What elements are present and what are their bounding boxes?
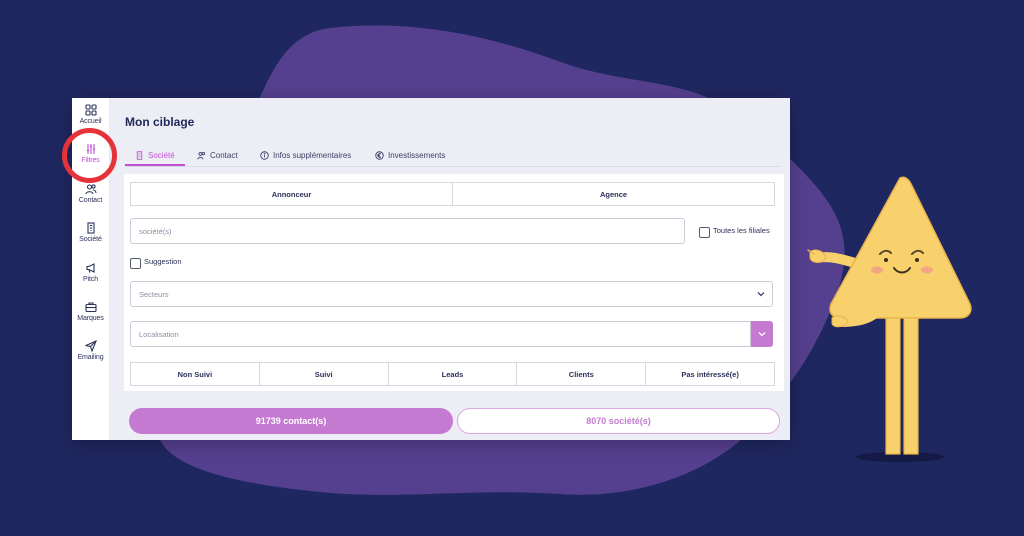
tab-label: Infos supplémentaires <box>273 150 352 160</box>
tab-label: Contact <box>210 150 238 160</box>
sidebar-item-marques[interactable]: Marques <box>72 301 109 322</box>
tab-bar: Société Contact Infos supplémentaires In… <box>125 146 780 167</box>
tab-label: Investissements <box>388 150 446 160</box>
building-icon <box>136 150 143 160</box>
subsidiaries-checkbox[interactable] <box>699 227 710 238</box>
sidebar-item-label: Société <box>79 236 102 243</box>
sidebar-item-label: Contact <box>78 197 103 204</box>
sectors-select[interactable]: Secteurs <box>130 281 773 307</box>
briefcase-icon <box>84 302 97 313</box>
tab-societe[interactable]: Société <box>125 146 185 166</box>
toggle-leads[interactable]: Leads <box>389 363 518 385</box>
tab-contact[interactable]: Contact <box>197 146 238 164</box>
sidebar-item-contact[interactable]: Contact <box>72 183 109 204</box>
companies-result-button[interactable]: 8070 société(s) <box>457 408 780 434</box>
highlight-ring <box>62 128 117 183</box>
location-placeholder: Localisation <box>139 329 179 339</box>
tab-investissements[interactable]: Investissements <box>375 146 445 164</box>
sidebar-item-label: Accueil <box>79 118 102 125</box>
euro-icon <box>375 150 384 160</box>
sidebar-item-societe[interactable]: Société <box>72 222 109 243</box>
suggestion-checkbox[interactable] <box>130 258 141 269</box>
toggle-annonceur[interactable]: Annonceur <box>131 183 453 205</box>
contacts-result-button[interactable]: 91739 contact(s) <box>129 408 453 434</box>
info-icon <box>260 150 269 160</box>
toggle-pas-interesse[interactable]: Pas intéressé(e) <box>646 363 774 385</box>
send-icon <box>84 340 97 352</box>
users-icon <box>197 151 206 159</box>
toggle-clients[interactable]: Clients <box>517 363 647 385</box>
mascot-illustration <box>807 176 972 462</box>
page-title: Mon ciblage <box>125 115 195 129</box>
type-toggle: Annonceur Agence <box>130 182 775 206</box>
main-content: Mon ciblage Société Contact Infos supplé… <box>110 98 790 440</box>
tab-label: Société <box>148 150 175 160</box>
sidebar-item-emailing[interactable]: Emailing <box>72 340 109 361</box>
location-select[interactable]: Localisation <box>130 321 751 347</box>
location-dropdown-button[interactable] <box>751 321 773 347</box>
chevron-down-icon[interactable] <box>756 289 766 299</box>
sidebar-item-accueil[interactable]: Accueil <box>72 104 109 125</box>
suggestion-label: Suggestion <box>144 257 182 266</box>
megaphone-icon <box>85 263 95 273</box>
building-icon <box>86 222 95 234</box>
sidebar-item-label: Marques <box>77 315 104 322</box>
toggle-agence[interactable]: Agence <box>453 183 774 205</box>
chevron-down-icon <box>758 332 766 337</box>
users-icon <box>84 184 97 195</box>
filter-panel: Annonceur Agence société(s) Toutes les f… <box>124 174 784 391</box>
sidebar-item-label: Emailing <box>77 354 104 361</box>
sidebar-item-pitch[interactable]: Pitch <box>72 262 109 283</box>
toggle-suivi[interactable]: Suivi <box>260 363 389 385</box>
status-toggle: Non Suivi Suivi Leads Clients Pas intére… <box>130 362 775 386</box>
toggle-non-suivi[interactable]: Non Suivi <box>131 363 260 385</box>
sectors-placeholder: Secteurs <box>139 289 169 299</box>
tab-infos-supplementaires[interactable]: Infos supplémentaires <box>260 146 351 164</box>
company-input[interactable]: société(s) <box>130 218 685 244</box>
grid-icon <box>84 104 97 116</box>
sidebar-item-label: Pitch <box>82 276 99 283</box>
app-window: Accueil Filtres Contact Société Pitch Ma… <box>72 98 790 440</box>
subsidiaries-label: Toutes les filiales <box>713 226 770 235</box>
